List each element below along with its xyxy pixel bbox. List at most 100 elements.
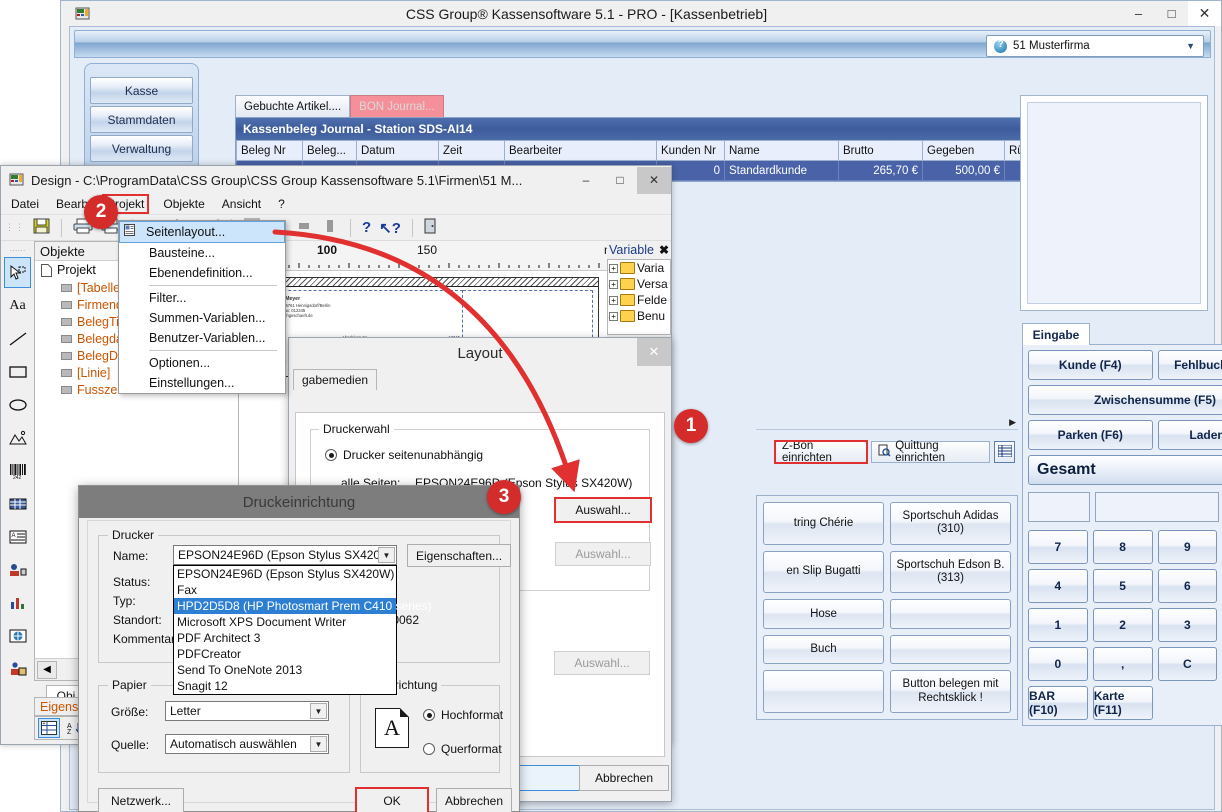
list-item[interactable]: + Varia <box>608 260 670 276</box>
column-header-brutto[interactable]: Brutto <box>838 140 923 161</box>
eigenschaften-button[interactable]: Eigenschaften... <box>407 544 511 567</box>
text-tool-icon[interactable]: Aa <box>4 290 31 321</box>
menu-item-bausteine[interactable]: Bausteine... <box>119 243 285 263</box>
rectangle-tool-icon[interactable] <box>4 356 31 387</box>
scroll-right-icon[interactable]: ▶ <box>1009 417 1016 428</box>
design-minimize-button[interactable]: – <box>569 167 603 194</box>
sidebar-item-kasse[interactable]: Kasse <box>90 77 193 104</box>
drawing-tool-icon[interactable] <box>4 653 31 684</box>
dropdown-option-1[interactable]: Fax <box>174 582 396 598</box>
netzwerk-button[interactable]: Netzwerk... <box>98 788 184 812</box>
print-cancel-button[interactable]: Abbrechen <box>436 788 512 812</box>
expand-icon[interactable]: + <box>609 295 618 305</box>
grid-icon-button[interactable] <box>994 441 1015 463</box>
company-selector[interactable]: 51 Musterfirma ▼ <box>986 35 1204 57</box>
variables-close-icon[interactable]: ✖ <box>659 243 671 257</box>
key-8[interactable]: 8 <box>1092 530 1153 564</box>
key-9[interactable]: 9 <box>1157 530 1218 564</box>
scroll-left-button[interactable]: ◀ <box>37 660 57 679</box>
product-button-4[interactable]: Sportschuh Edson B. (313) <box>890 550 1011 594</box>
kunde-button[interactable]: Kunde (F4) <box>1028 350 1153 380</box>
center-horizontal-icon[interactable] <box>295 218 313 237</box>
zwischensumme-button[interactable]: Zwischensumme (F5) <box>1028 385 1222 415</box>
column-header-belegart[interactable]: Beleg... <box>302 140 357 161</box>
sidebar-item-verwaltung[interactable]: Verwaltung <box>90 135 193 162</box>
menu-item-optionen[interactable]: Optionen... <box>119 353 285 373</box>
tab-gebuchte-artikel[interactable]: Gebuchte Artikel.... <box>235 95 351 117</box>
key-0[interactable]: 0 <box>1028 647 1088 681</box>
save-icon[interactable] <box>33 218 50 237</box>
z-bon-einrichten-button[interactable]: Z-Bon einrichten <box>773 440 869 464</box>
select-tool-icon[interactable] <box>4 257 31 288</box>
menu-item-filter[interactable]: Filter... <box>119 288 285 308</box>
barcode-tool-icon[interactable]: 242 <box>4 455 31 486</box>
menu-item-summen-variablen[interactable]: Summen-Variablen... <box>119 308 285 328</box>
search-input[interactable] <box>1095 492 1219 522</box>
chart-tool-icon[interactable] <box>4 587 31 618</box>
product-button-3[interactable]: en Slip Bugatti <box>763 550 884 594</box>
layout-close-button[interactable]: ✕ <box>637 338 671 366</box>
printer-name-combo[interactable]: EPSON24E96D (Epson Stylus SX420W) ▼ <box>173 545 397 565</box>
key-5[interactable]: 5 <box>1092 569 1153 603</box>
column-header-bearbeiter[interactable]: Bearbeiter <box>504 140 657 161</box>
toolbar-grip[interactable]: ⋮⋮ <box>5 222 25 233</box>
key-clear[interactable]: C <box>1157 647 1218 681</box>
exit-icon[interactable] <box>424 218 436 237</box>
menu-help[interactable]: ? <box>278 197 285 211</box>
dropdown-option-4[interactable]: PDF Architect 3 <box>174 630 396 646</box>
key-4[interactable]: 4 <box>1028 569 1088 603</box>
richtext-tool-icon[interactable]: A <box>4 521 31 552</box>
menu-ansicht[interactable]: Ansicht <box>222 197 261 211</box>
quantity-input[interactable] <box>1028 492 1090 522</box>
paper-source-combo[interactable]: Automatisch auswählen ▼ <box>165 734 329 754</box>
menu-item-benutzer-variablen[interactable]: Benutzer-Variablen... <box>119 328 285 348</box>
ellipse-tool-icon[interactable] <box>4 389 31 420</box>
dropdown-option-6[interactable]: Send To OneNote 2013 <box>174 662 396 678</box>
dropdown-option-5[interactable]: PDFCreator <box>174 646 396 662</box>
menu-item-ebenendefinition[interactable]: Ebenendefinition... <box>119 263 285 283</box>
key-7[interactable]: 7 <box>1028 530 1088 564</box>
key-3[interactable]: 3 <box>1157 608 1218 642</box>
chevron-down-icon[interactable]: ▼ <box>310 703 327 719</box>
column-header-name[interactable]: Name <box>724 140 839 161</box>
cancel-button[interactable]: Abbrechen <box>579 765 669 791</box>
menu-item-seitenlayout[interactable]: Seitenlayout... <box>119 221 285 243</box>
auswahl-button-primary[interactable]: Auswahl... <box>554 497 652 523</box>
key-6[interactable]: 6 <box>1157 569 1218 603</box>
line-tool-icon[interactable] <box>4 323 31 354</box>
list-item[interactable]: + Versa <box>608 276 670 292</box>
ole-object-icon[interactable] <box>4 620 31 651</box>
quittung-einrichten-button[interactable]: Quittung einrichten <box>871 440 991 464</box>
fehlbuchung-button[interactable]: Fehlbuch. (Entf) <box>1157 350 1222 380</box>
maximize-button[interactable]: □ <box>1155 1 1188 26</box>
orientation-landscape-radio[interactable]: Querformat <box>423 742 502 756</box>
design-close-button[interactable]: ✕ <box>637 166 671 194</box>
context-help-icon[interactable]: ↖? <box>379 219 401 237</box>
chevron-down-icon[interactable]: ▼ <box>378 547 395 563</box>
center-vertical-icon[interactable] <box>321 218 339 237</box>
tab-eingabe[interactable]: Eingabe <box>1022 323 1090 345</box>
palette-grip[interactable]: ⋯⋯ <box>4 245 31 255</box>
tab-bon-journal[interactable]: BON Journal... <box>350 95 444 117</box>
expand-icon[interactable]: + <box>609 279 618 289</box>
product-button-7[interactable]: Buch <box>763 634 884 665</box>
dropdown-option-3[interactable]: Microsoft XPS Document Writer <box>174 614 396 630</box>
close-button[interactable]: ✕ <box>1188 1 1221 26</box>
minimize-button[interactable]: – <box>1122 1 1155 26</box>
karte-payment-button[interactable]: Karte (F11) <box>1092 686 1153 720</box>
expand-icon[interactable]: + <box>609 263 618 273</box>
column-header-kunden-nr[interactable]: Kunden Nr <box>656 140 725 161</box>
product-button-2[interactable]: Sportschuh Adidas (310) <box>890 502 1011 545</box>
parken-button[interactable]: Parken (F6) <box>1028 420 1153 450</box>
key-comma[interactable]: , <box>1092 647 1153 681</box>
bar-payment-button[interactable]: BAR (F10) <box>1028 686 1088 720</box>
dropdown-option-0[interactable]: EPSON24E96D (Epson Stylus SX420W) <box>174 566 396 582</box>
categorized-icon[interactable]: + <box>38 718 60 738</box>
list-item[interactable]: + Benu <box>608 308 670 324</box>
laden-button[interactable]: Laden (F7) <box>1157 420 1222 450</box>
product-button-10[interactable]: Button belegen mit Rechtsklick ! <box>890 670 1011 713</box>
product-button-8[interactable] <box>890 634 1011 665</box>
dropdown-option-2[interactable]: HPD2D5D8 (HP Photosmart Prem C410 series… <box>174 598 432 614</box>
printer-independent-radio[interactable]: Drucker seitenunabhängig <box>325 448 483 462</box>
menu-item-einstellungen[interactable]: Einstellungen... <box>119 373 285 393</box>
